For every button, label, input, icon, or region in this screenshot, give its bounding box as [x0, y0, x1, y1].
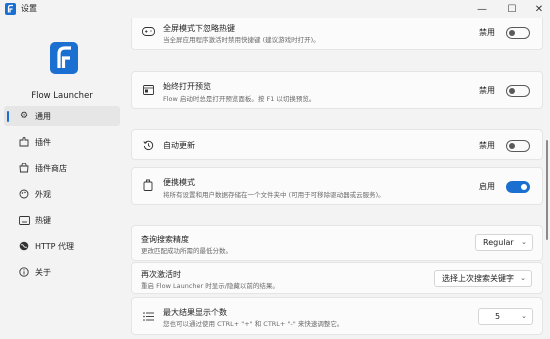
setting-portable-mode: 便携模式 将所有设置和用户数据存储在一个文件夹中 (可用于可移除驱动器或云服务)… [131, 167, 543, 205]
palette-icon [18, 188, 30, 200]
setting-title: 自动更新 [163, 141, 195, 150]
portable-mode-toggle[interactable] [506, 181, 530, 193]
settings-panel: 全屏模式下忽略热键 当全屏应用程序激活时禁用快捷键 (建议游戏时打开)。 禁用 … [124, 18, 550, 339]
setting-title: 始终打开预览 [163, 82, 211, 91]
sidebar-item-about[interactable]: 关于 [4, 262, 120, 282]
app-name: Flow Launcher [31, 91, 93, 101]
sidebar-item-appearance[interactable]: 外观 [4, 184, 120, 204]
store-icon [18, 162, 30, 174]
setting-title: 全屏模式下忽略热键 [163, 24, 235, 33]
sidebar-item-general[interactable]: ⚙ 通用 [4, 106, 120, 126]
setting-description: 更改匹配成功所需的最低分数。 [141, 247, 232, 255]
setting-description: 将所有设置和用户数据存储在一个文件夹中 (可用于可移除驱动器或云服务)。 [163, 191, 385, 199]
window-title: 设置 [21, 4, 37, 13]
toggle-state-label: 禁用 [479, 86, 495, 95]
sidebar-item-plugins[interactable]: 插件 [4, 132, 120, 152]
dropdown-value: 5 [495, 312, 501, 321]
sidebar-item-hotkeys[interactable]: 热键 [4, 210, 120, 230]
history-icon [141, 138, 155, 152]
setting-ignore-hotkeys-fullscreen: 全屏模式下忽略热键 当全屏应用程序激活时禁用快捷键 (建议游戏时打开)。 禁用 [131, 18, 543, 50]
setting-auto-update: 自动更新 禁用 [131, 129, 543, 160]
setting-description: 重启 Flow Launcher 时显示/隐藏以前的结果。 [141, 282, 279, 290]
portable-icon [141, 178, 155, 192]
max-results-dropdown[interactable]: 5 ⌄ [478, 308, 533, 325]
toggle-knob [509, 88, 515, 94]
setting-search-precision: 查询搜索精度 更改匹配成功所需的最低分数。 Regular ⌄ [131, 225, 543, 261]
keyboard-icon [18, 214, 30, 226]
reactivate-dropdown[interactable]: 选择上次搜索关键字 ⌄ [434, 270, 532, 287]
close-button[interactable]: ✕ [524, 0, 550, 18]
sidebar-item-label: 热键 [35, 216, 51, 225]
info-icon [18, 266, 30, 278]
sidebar-item-label: 插件商店 [35, 164, 67, 173]
maximize-button[interactable]: ☐ [497, 0, 527, 18]
setting-title: 查询搜索精度 [141, 235, 189, 244]
sidebar-item-label: 外观 [35, 190, 51, 199]
ignore-hotkeys-toggle[interactable] [506, 27, 530, 39]
sidebar-item-label: 关于 [35, 268, 51, 277]
always-preview-toggle[interactable] [506, 85, 530, 97]
sidebar-item-plugin-store[interactable]: 插件商店 [4, 158, 120, 178]
chevron-down-icon: ⌄ [521, 238, 527, 246]
active-indicator [7, 111, 9, 122]
setting-description: 当全屏应用程序激活时禁用快捷键 (建议游戏时打开)。 [163, 36, 320, 44]
sidebar-item-http-proxy[interactable]: HTTP 代理 [4, 236, 120, 256]
toggle-state-label: 禁用 [479, 28, 495, 37]
setting-on-reactivate: 再次激活时 重启 Flow Launcher 时显示/隐藏以前的结果。 选择上次… [131, 262, 543, 294]
setting-always-preview: 始终打开预览 Flow 启动时总是打开预览面板。按 F1 以切换预览。 禁用 [131, 71, 543, 109]
toggle-knob [521, 184, 527, 190]
globe-icon [18, 240, 30, 252]
auto-update-toggle[interactable] [506, 140, 530, 152]
gamepad-icon [141, 24, 155, 38]
flow-launcher-logo-icon [5, 3, 16, 15]
search-precision-dropdown[interactable]: Regular ⌄ [475, 234, 533, 251]
preview-icon [141, 83, 155, 97]
sidebar-item-label: HTTP 代理 [35, 242, 75, 251]
dropdown-value: Regular [483, 238, 514, 247]
setting-max-results: 最大结果显示个数 您也可以通过使用 CTRL+ "+" 和 CTRL+ "-" … [131, 297, 543, 335]
chevron-down-icon: ⌄ [520, 274, 526, 282]
title-bar: 设置 — ☐ ✕ [0, 0, 550, 18]
setting-title: 便携模式 [163, 178, 195, 187]
toggle-state-label: 禁用 [479, 141, 495, 150]
puzzle-icon [18, 136, 30, 148]
setting-description: 您也可以通过使用 CTRL+ "+" 和 CTRL+ "-" 来快速调整它。 [163, 320, 344, 328]
sidebar: Flow Launcher ⚙ 通用 插件 插件商店 外观 热键 HTTP 代理 [0, 18, 124, 339]
toggle-state-label: 启用 [479, 182, 495, 191]
setting-title: 再次激活时 [141, 270, 181, 279]
minimize-button[interactable]: — [467, 0, 497, 18]
chevron-down-icon: ⌄ [521, 312, 527, 320]
vertical-scrollbar[interactable] [546, 140, 548, 240]
flow-launcher-logo-icon [50, 42, 78, 74]
sidebar-item-label: 插件 [35, 138, 51, 147]
toggle-knob [509, 143, 515, 149]
dropdown-value: 选择上次搜索关键字 [442, 274, 514, 283]
setting-description: Flow 启动时总是打开预览面板。按 F1 以切换预览。 [163, 95, 316, 103]
toggle-knob [509, 30, 515, 36]
gear-icon: ⚙ [19, 111, 29, 121]
list-icon [141, 309, 155, 323]
sidebar-item-label: 通用 [35, 112, 51, 121]
setting-title: 最大结果显示个数 [163, 308, 227, 317]
